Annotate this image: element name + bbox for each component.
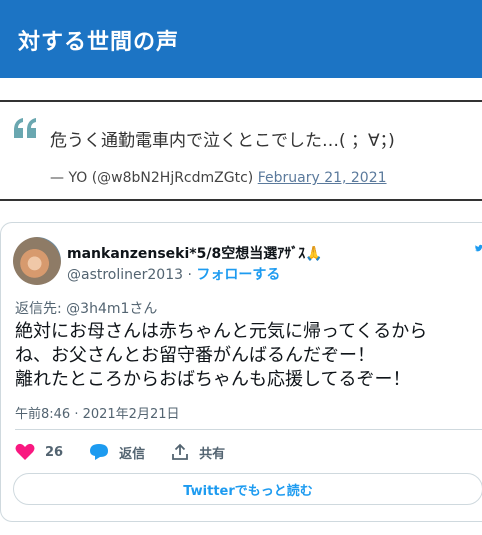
handle-row: @astroliner2013 · フォローする (67, 264, 280, 284)
handle-separator: · (183, 267, 197, 283)
section-header: 対する世間の声 (0, 0, 482, 78)
tweet-timestamp[interactable]: 午前8:46 · 2021年2月21日 (15, 403, 180, 422)
quote-mark-icon (14, 118, 36, 138)
reply-label: 返信 (119, 446, 146, 462)
display-name[interactable]: mankanzenseki*5/8空想当選ｱｻﾞｽ🙏 (67, 243, 323, 263)
like-button[interactable]: 26 (15, 443, 63, 461)
heart-icon (15, 443, 35, 460)
quote-date-link[interactable]: February 21, 2021 (258, 170, 387, 186)
tweet-text-line: 離れたところからおばちゃんも応援してるぞー！ (15, 369, 411, 390)
like-count: 26 (45, 444, 64, 460)
embedded-tweet: mankanzenseki*5/8空想当選ｱｻﾞｽ🙏 @astroliner20… (0, 222, 482, 522)
section-title: 対する世間の声 (18, 30, 180, 55)
user-handle[interactable]: @astroliner2013 (67, 267, 183, 283)
twitter-bird-icon[interactable] (475, 241, 482, 255)
reply-to[interactable]: 返信先: @3h4m1さん (15, 298, 157, 318)
avatar[interactable] (13, 237, 61, 285)
tweet-text-line: 絶対にお母さんは赤ちゃんと元気に帰ってくるから (15, 321, 428, 342)
share-button[interactable]: 共有 (171, 443, 225, 462)
follow-button[interactable]: フォローする (196, 267, 280, 283)
quote-text: 危うく通勤電車内で泣くとこでした…( ；∀；) (50, 131, 395, 151)
blockquote: 危うく通勤電車内で泣くとこでした…( ；∀；) — YO (@w8bN2HjRc… (0, 100, 482, 201)
quote-author: — YO (@w8bN2HjRcdmZGtc) (50, 170, 254, 186)
share-arrow-icon (172, 443, 189, 460)
tweet-actions: 26 返信 共有 (15, 441, 251, 463)
tweet-text-line: ね、お父さんとお留守番がんばるんだぞー！ (15, 345, 375, 366)
share-label: 共有 (199, 446, 226, 462)
speech-bubble-icon (90, 444, 109, 460)
quote-citation: — YO (@w8bN2HjRcdmZGtc) February 21, 202… (50, 170, 387, 186)
divider (15, 429, 482, 430)
tweet-text: 絶対にお母さんは赤ちゃんと元気に帰ってくるから ね、お父さんとお留守番がんばるん… (15, 320, 479, 392)
reply-button[interactable]: 返信 (89, 443, 145, 462)
read-more-button[interactable]: Twitterでもっと読む (13, 473, 482, 505)
